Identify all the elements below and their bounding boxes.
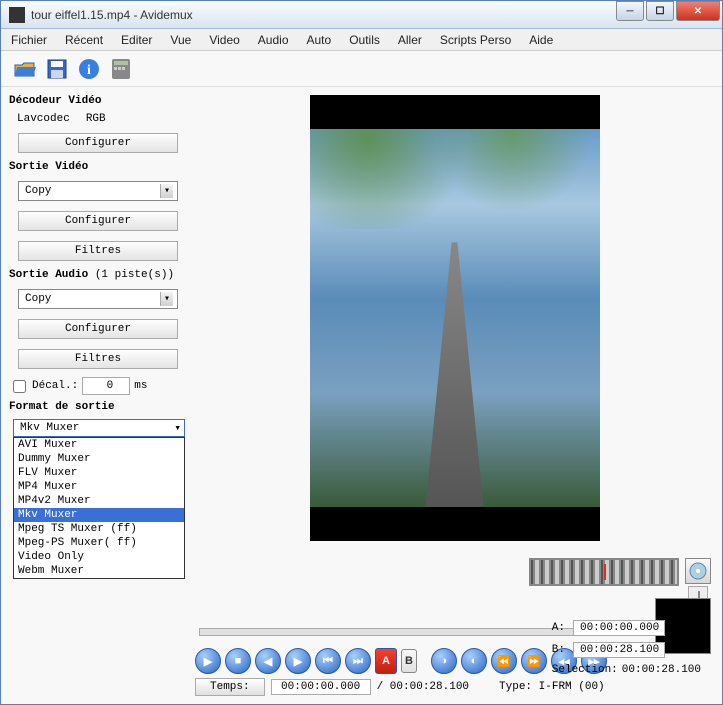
disc-icon[interactable] bbox=[685, 558, 711, 584]
format-dropdown-list: AVI Muxer Dummy Muxer FLV Muxer MP4 Muxe… bbox=[13, 437, 185, 579]
jog-dial[interactable] bbox=[529, 558, 679, 586]
decal-unit: ms bbox=[134, 380, 147, 392]
format-option-dummy[interactable]: Dummy Muxer bbox=[14, 452, 184, 466]
total-time: / 00:00:28.100 bbox=[377, 681, 469, 693]
decoder-mode: RGB bbox=[86, 113, 106, 125]
decoder-title: Décodeur Vidéo bbox=[9, 95, 187, 107]
mark-b-label: B: bbox=[552, 644, 565, 656]
video-out-title: Sortie Vidéo bbox=[9, 161, 187, 173]
play-button[interactable]: ▶ bbox=[195, 648, 221, 674]
format-option-webm[interactable]: Webm Muxer bbox=[14, 564, 184, 578]
format-option-mp4[interactable]: MP4 Muxer bbox=[14, 480, 184, 494]
mark-b-time: 00:00:28.100 bbox=[573, 642, 665, 658]
minimize-button[interactable]: ─ bbox=[616, 1, 644, 21]
format-option-videoonly[interactable]: Video Only bbox=[14, 550, 184, 564]
selection-label: Selection: bbox=[552, 664, 618, 676]
save-icon[interactable] bbox=[45, 57, 69, 81]
mark-a-button[interactable]: A bbox=[375, 648, 397, 674]
audio-out-title: Sortie Audio (1 piste(s)) bbox=[9, 269, 187, 281]
decoder-configure-button[interactable]: Configurer bbox=[18, 133, 178, 153]
menu-vue[interactable]: Vue bbox=[166, 31, 195, 49]
decal-checkbox[interactable] bbox=[13, 380, 26, 393]
open-icon[interactable] bbox=[13, 57, 37, 81]
prev-frame-button[interactable]: ◀ bbox=[255, 648, 281, 674]
prev-key-button[interactable]: ⏮ bbox=[315, 648, 341, 674]
menu-scripts[interactable]: Scripts Perso bbox=[436, 31, 515, 49]
audio-out-select[interactable]: Copy bbox=[18, 289, 178, 309]
prev-black-button[interactable]: ◑ bbox=[431, 648, 457, 674]
next-black-button[interactable]: ◐ bbox=[461, 648, 487, 674]
menu-recent[interactable]: Récent bbox=[61, 31, 107, 49]
decal-label: Décal.: bbox=[32, 380, 78, 392]
audio-filters-button[interactable]: Filtres bbox=[18, 349, 178, 369]
toolbar: i bbox=[1, 51, 722, 87]
menu-audio[interactable]: Audio bbox=[254, 31, 293, 49]
menubar: Fichier Récent Editer Vue Video Audio Au… bbox=[1, 29, 722, 51]
calc-icon[interactable] bbox=[109, 57, 133, 81]
mark-b-button[interactable]: B bbox=[401, 649, 417, 673]
video-configure-button[interactable]: Configurer bbox=[18, 211, 178, 231]
titlebar: tour eiffel1.15.mp4 - Avidemux ─ ☐ ✕ bbox=[1, 1, 722, 29]
app-icon bbox=[9, 7, 25, 23]
menu-aide[interactable]: Aide bbox=[525, 31, 557, 49]
decal-value[interactable]: 0 bbox=[82, 377, 130, 395]
menu-video[interactable]: Video bbox=[205, 31, 243, 49]
frame-type: Type: I-FRM (00) bbox=[499, 681, 605, 693]
format-selected[interactable]: Mkv Muxer bbox=[13, 419, 185, 437]
menu-fichier[interactable]: Fichier bbox=[7, 31, 51, 49]
video-out-select[interactable]: Copy bbox=[18, 181, 178, 201]
info-icon[interactable]: i bbox=[77, 57, 101, 81]
sidebar: Décodeur Vidéo Lavcodec RGB Configurer S… bbox=[9, 95, 187, 696]
audio-configure-button[interactable]: Configurer bbox=[18, 319, 178, 339]
next-key-button[interactable]: ⏭ bbox=[345, 648, 371, 674]
format-option-avi[interactable]: AVI Muxer bbox=[14, 438, 184, 452]
format-dropdown[interactable]: Mkv Muxer AVI Muxer Dummy Muxer FLV Muxe… bbox=[13, 419, 185, 437]
app-window: tour eiffel1.15.mp4 - Avidemux ─ ☐ ✕ Fic… bbox=[0, 0, 723, 705]
last-frame-button[interactable]: ⏩ bbox=[521, 648, 547, 674]
menu-auto[interactable]: Auto bbox=[303, 31, 336, 49]
format-option-mkv[interactable]: Mkv Muxer bbox=[14, 508, 184, 522]
close-button[interactable]: ✕ bbox=[676, 1, 720, 21]
menu-outils[interactable]: Outils bbox=[345, 31, 384, 49]
menu-editer[interactable]: Editer bbox=[117, 31, 156, 49]
next-frame-button[interactable]: ▶ bbox=[285, 648, 311, 674]
selection-time: 00:00:28.100 bbox=[622, 664, 701, 676]
stop-button[interactable]: ■ bbox=[225, 648, 251, 674]
menu-aller[interactable]: Aller bbox=[394, 31, 426, 49]
format-title: Format de sortie bbox=[9, 401, 187, 413]
format-option-mp4v2[interactable]: MP4v2 Muxer bbox=[14, 494, 184, 508]
format-option-mpegts[interactable]: Mpeg TS Muxer (ff) bbox=[14, 522, 184, 536]
video-filters-button[interactable]: Filtres bbox=[18, 241, 178, 261]
decoder-codec: Lavcodec bbox=[17, 113, 70, 125]
window-title: tour eiffel1.15.mp4 - Avidemux bbox=[31, 8, 193, 22]
format-option-flv[interactable]: FLV Muxer bbox=[14, 466, 184, 480]
mark-a-time: 00:00:00.000 bbox=[573, 620, 665, 636]
mark-a-label: A: bbox=[552, 622, 565, 634]
first-frame-button[interactable]: ⏪ bbox=[491, 648, 517, 674]
video-preview bbox=[310, 95, 600, 541]
maximize-button[interactable]: ☐ bbox=[646, 1, 674, 21]
current-time[interactable]: 00:00:00.000 bbox=[271, 679, 371, 695]
svg-text:i: i bbox=[87, 63, 91, 78]
time-button[interactable]: Temps: bbox=[195, 678, 265, 696]
format-option-mpegps[interactable]: Mpeg-PS Muxer( ff) bbox=[14, 536, 184, 550]
